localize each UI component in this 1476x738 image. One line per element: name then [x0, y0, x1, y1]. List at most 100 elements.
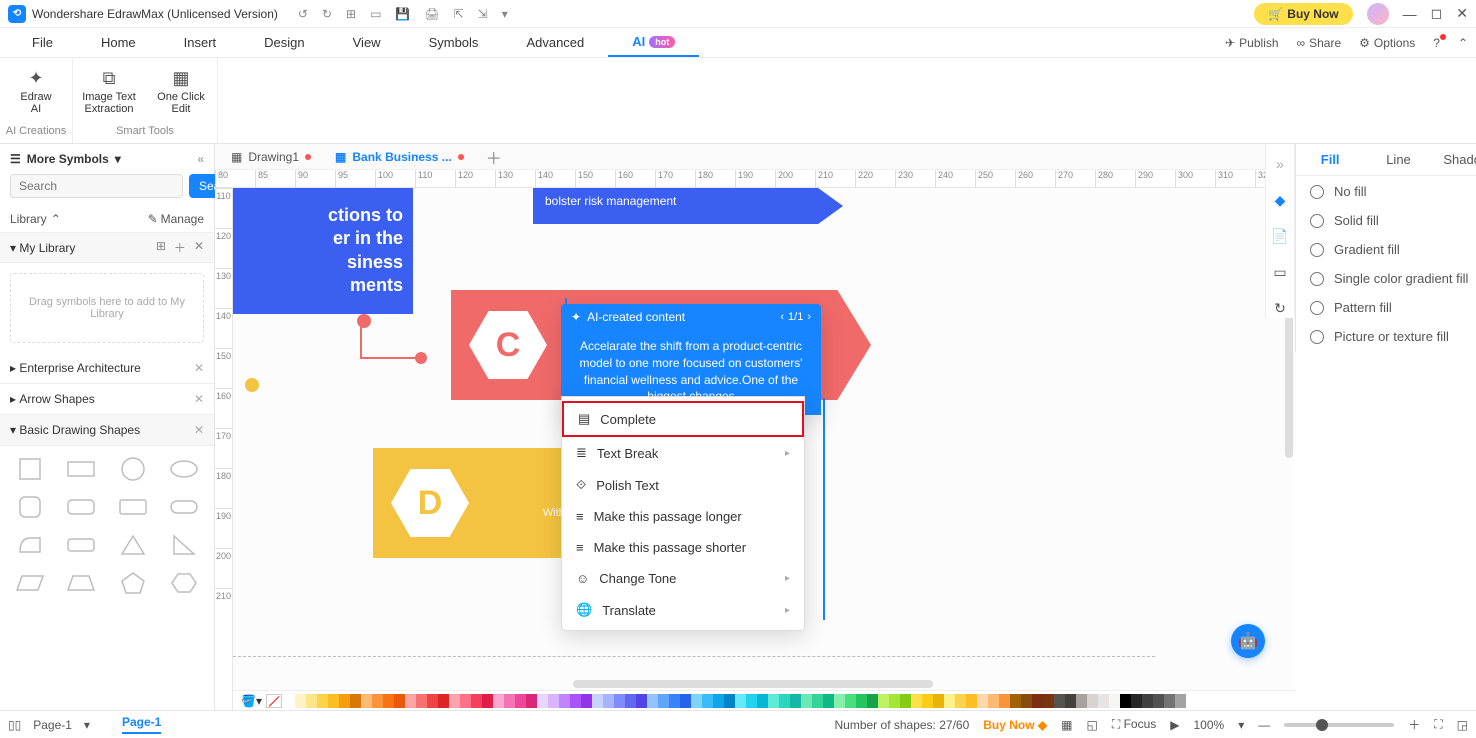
color-swatch[interactable]	[603, 694, 614, 708]
open-icon[interactable]: ▭	[370, 7, 381, 21]
close-cat-icon[interactable]: ✕	[194, 361, 204, 375]
export-icon[interactable]: ⇱	[454, 7, 464, 21]
fill-tab-icon[interactable]: ◆	[1270, 190, 1290, 210]
close-cat-icon[interactable]: ✕	[194, 423, 204, 437]
color-swatch[interactable]	[1175, 694, 1186, 708]
color-swatch[interactable]	[581, 694, 592, 708]
add-tab-button[interactable]: ＋	[476, 145, 512, 169]
color-swatch[interactable]	[537, 694, 548, 708]
print-icon[interactable]: 🖨	[424, 7, 439, 21]
help-icon[interactable]: ?	[1433, 36, 1440, 50]
grid-icon[interactable]: ▦	[1061, 718, 1072, 732]
color-swatch[interactable]	[1142, 694, 1153, 708]
collapse-ribbon-icon[interactable]: ⌃	[1458, 36, 1468, 50]
canvas[interactable]: ctions to er in the siness ments bolster…	[233, 188, 1295, 710]
fill-opt-2[interactable]: Gradient fill	[1310, 242, 1476, 257]
color-swatch[interactable]	[1164, 694, 1175, 708]
shape-rounded-rect-2[interactable]	[109, 490, 157, 524]
shape-rounded-square[interactable]	[6, 490, 54, 524]
color-swatch[interactable]	[1120, 694, 1131, 708]
color-swatch[interactable]	[713, 694, 724, 708]
tab-fill[interactable]: Fill	[1296, 144, 1364, 175]
doc-tab-bank[interactable]: ▦Bank Business ...	[323, 144, 476, 169]
edraw-ai-button[interactable]: ✦Edraw AI	[0, 62, 72, 115]
color-swatch[interactable]	[658, 694, 669, 708]
color-swatch[interactable]	[900, 694, 911, 708]
color-swatch[interactable]	[405, 694, 416, 708]
close-icon[interactable]: ✕	[1456, 5, 1468, 22]
color-swatch[interactable]	[548, 694, 559, 708]
color-swatch[interactable]	[955, 694, 966, 708]
color-swatch[interactable]	[493, 694, 504, 708]
page-dropdown-icon[interactable]: ▾	[84, 718, 90, 732]
color-swatch[interactable]	[801, 694, 812, 708]
redo-icon[interactable]: ↻	[322, 7, 332, 21]
color-swatch[interactable]	[702, 694, 713, 708]
color-swatch[interactable]	[691, 694, 702, 708]
color-swatch[interactable]	[999, 694, 1010, 708]
color-swatch[interactable]	[647, 694, 658, 708]
color-swatch[interactable]	[1065, 694, 1076, 708]
manage-button[interactable]: ✎ Manage	[148, 212, 204, 226]
menu-home[interactable]: Home	[77, 28, 160, 57]
shape-blue-title[interactable]: ctions to er in the siness ments	[233, 188, 413, 314]
color-swatch[interactable]	[416, 694, 427, 708]
shape-ellipse[interactable]	[161, 452, 209, 486]
ai-menu-text-break[interactable]: ≣Text Break▸	[562, 437, 804, 469]
shape-triangle[interactable]	[109, 528, 157, 562]
shape-pad[interactable]	[58, 528, 106, 562]
color-swatch[interactable]	[669, 694, 680, 708]
ai-menu-make-this-passage-shorter[interactable]: ≡Make this passage shorter	[562, 532, 804, 563]
shape-hexagon[interactable]	[161, 566, 209, 600]
zoom-level[interactable]: 100%	[1194, 718, 1225, 732]
no-color-swatch[interactable]	[266, 694, 282, 708]
color-swatch[interactable]	[1076, 694, 1087, 708]
shape-stadium[interactable]	[161, 490, 209, 524]
publish-button[interactable]: ✈ Publish	[1225, 36, 1278, 50]
color-swatch[interactable]	[295, 694, 306, 708]
new-icon[interactable]: ⊞	[346, 7, 356, 21]
expand-right-icon[interactable]: »	[1270, 154, 1290, 174]
zoom-in-icon[interactable]: ＋	[1408, 716, 1420, 733]
menu-view[interactable]: View	[329, 28, 405, 57]
connector-dot-yellow[interactable]	[245, 378, 259, 392]
color-swatch[interactable]	[328, 694, 339, 708]
shape-trapezoid[interactable]	[58, 566, 106, 600]
color-swatch[interactable]	[878, 694, 889, 708]
menu-insert[interactable]: Insert	[160, 28, 241, 57]
next-icon[interactable]: ›	[807, 311, 811, 323]
my-library-dropzone[interactable]: Drag symbols here to add to My Library	[10, 273, 204, 343]
focus-button[interactable]: ⛶ Focus	[1112, 717, 1156, 732]
color-swatch[interactable]	[1098, 694, 1109, 708]
collapse-left-icon[interactable]: «	[197, 152, 204, 166]
color-swatch[interactable]	[1021, 694, 1032, 708]
menu-advanced[interactable]: Advanced	[502, 28, 608, 57]
color-swatch[interactable]	[504, 694, 515, 708]
color-swatch[interactable]	[922, 694, 933, 708]
color-swatch[interactable]	[856, 694, 867, 708]
color-swatch[interactable]	[867, 694, 878, 708]
color-swatch[interactable]	[592, 694, 603, 708]
color-swatch[interactable]	[1043, 694, 1054, 708]
save-icon[interactable]: 💾	[395, 7, 410, 21]
text-tab-icon[interactable]: 📄	[1270, 226, 1290, 246]
ai-assistant-fab[interactable]: 🤖	[1231, 624, 1265, 658]
one-click-edit-button[interactable]: ▦One Click Edit	[145, 62, 217, 115]
ai-menu-make-this-passage-longer[interactable]: ≡Make this passage longer	[562, 501, 804, 532]
color-swatch[interactable]	[779, 694, 790, 708]
zoom-dropdown-icon[interactable]: ▾	[1238, 718, 1244, 732]
fill-radio[interactable]	[1310, 214, 1324, 228]
shape-rect[interactable]	[58, 452, 106, 486]
cat-enterprise[interactable]: ▸ Enterprise Architecture✕	[0, 353, 214, 384]
fill-radio[interactable]	[1310, 243, 1324, 257]
tab-line[interactable]: Line	[1364, 144, 1432, 175]
color-swatch[interactable]	[526, 694, 537, 708]
ai-menu-complete[interactable]: ▤Complete	[562, 401, 804, 437]
add-lib-icon[interactable]: ＋	[174, 239, 186, 256]
fill-radio[interactable]	[1310, 272, 1324, 286]
fill-opt-4[interactable]: Pattern fill	[1310, 300, 1476, 315]
shape-circle[interactable]	[109, 452, 157, 486]
color-swatch[interactable]	[460, 694, 471, 708]
doc-tab-drawing1[interactable]: ▦Drawing1	[219, 144, 323, 169]
color-swatch[interactable]	[317, 694, 328, 708]
